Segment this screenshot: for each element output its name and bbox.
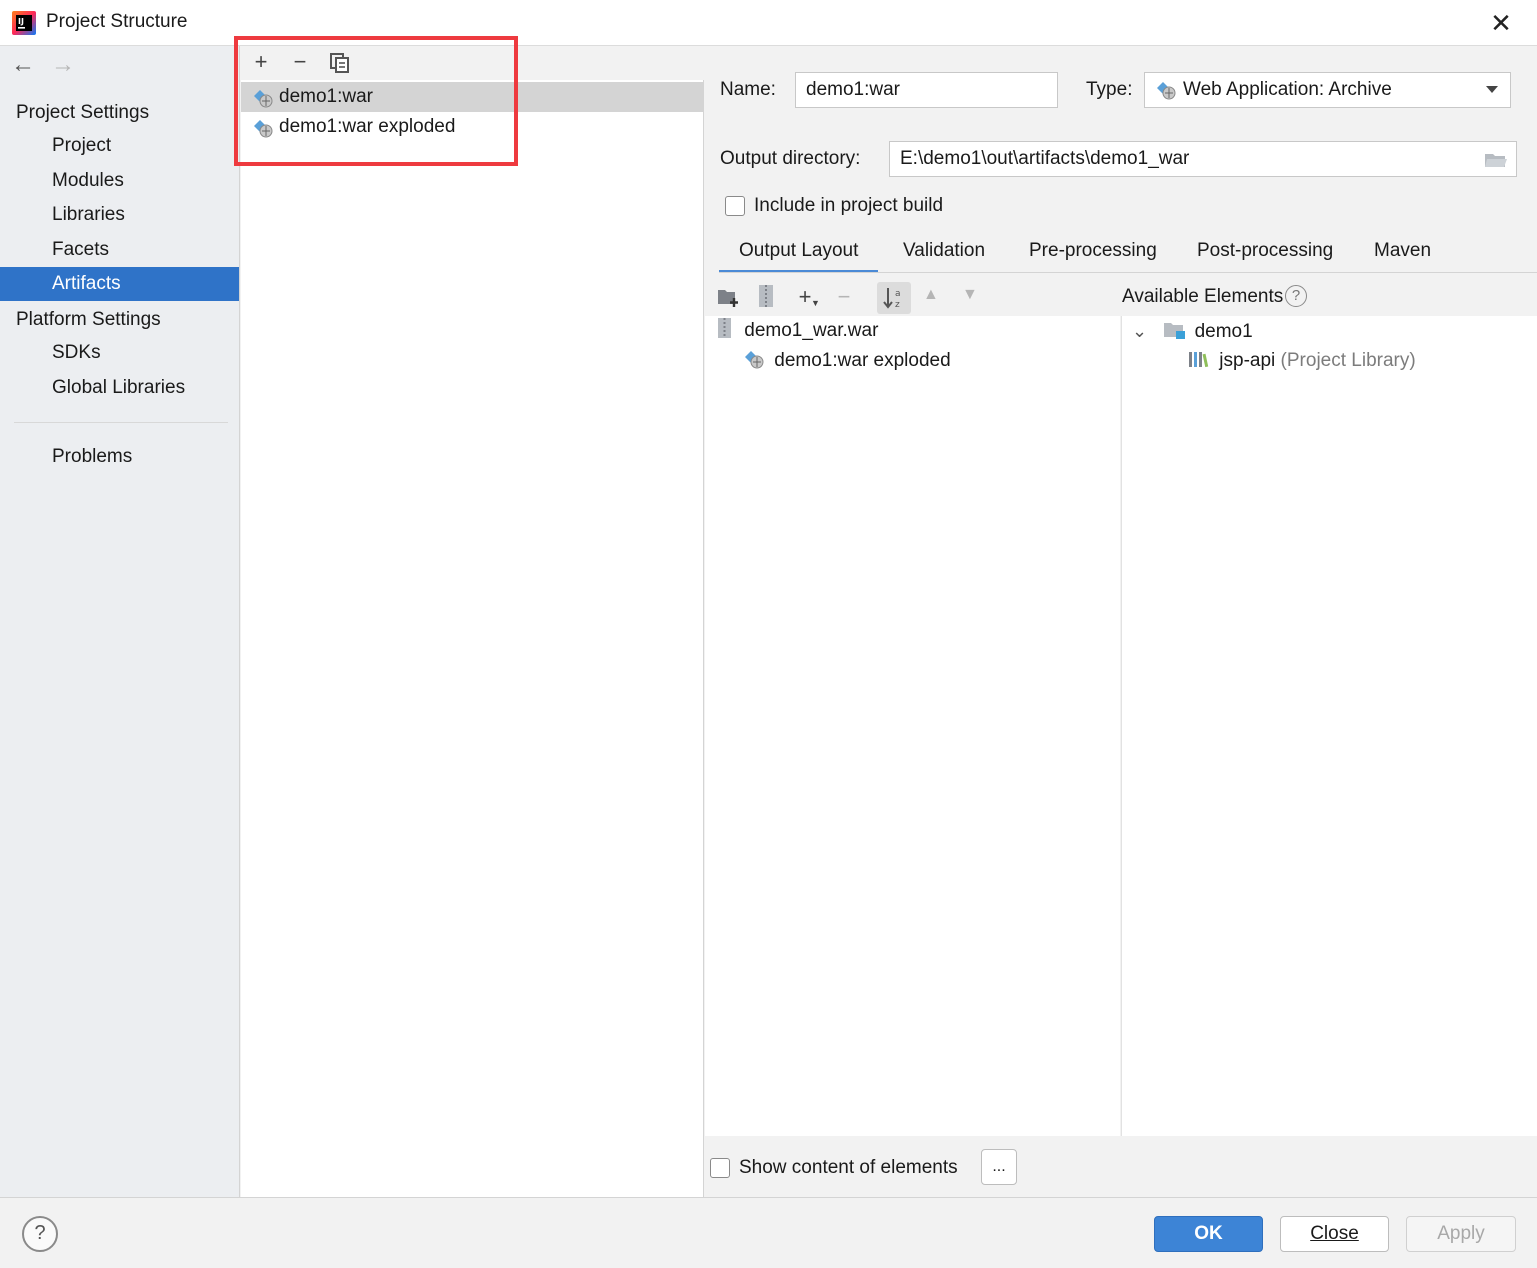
output-layout-toolbar: + ▼ − a z ▲ ▼ Available Elements ?	[705, 278, 1537, 316]
output-directory-input[interactable]: E:\demo1\out\artifacts\demo1_war	[889, 141, 1517, 177]
show-content-label: Show content of elements	[739, 1157, 958, 1178]
include-build-checkbox[interactable]	[725, 196, 745, 216]
show-content-settings-button[interactable]: ...	[981, 1149, 1017, 1185]
sidebar-item-sdks[interactable]: SDKs	[0, 336, 239, 370]
tree-row-jsp-api[interactable]: jsp-api (Project Library)	[1188, 346, 1416, 376]
web-artifact-icon	[745, 351, 764, 369]
sidebar-divider	[14, 422, 228, 423]
archive-icon[interactable]	[757, 284, 775, 308]
project-settings-heading: Project Settings	[16, 102, 150, 123]
output-directory-value: E:\demo1\out\artifacts\demo1_war	[900, 148, 1190, 169]
sort-elements-button[interactable]: a z	[877, 282, 911, 314]
sidebar-item-artifacts[interactable]: Artifacts	[0, 267, 239, 301]
window-title: Project Structure	[46, 11, 188, 32]
name-input[interactable]	[795, 72, 1058, 108]
sidebar: ← → Project Settings Project Modules Lib…	[0, 46, 240, 1197]
tab-post-processing[interactable]: Post-processing	[1197, 239, 1333, 273]
available-elements-tree: ⌄ demo1 jsp-api (Project Library)	[1121, 316, 1537, 1136]
ok-button[interactable]: OK	[1154, 1216, 1263, 1252]
web-artifact-icon	[1157, 82, 1176, 100]
sidebar-item-libraries[interactable]: Libraries	[0, 198, 239, 232]
folder-browse-icon[interactable]	[1484, 150, 1508, 170]
tab-validation[interactable]: Validation	[903, 239, 985, 273]
platform-settings-heading: Platform Settings	[16, 309, 161, 330]
sidebar-item-facets[interactable]: Facets	[0, 233, 239, 267]
tree-row-exploded[interactable]: demo1:war exploded	[743, 346, 951, 376]
add-dropdown-caret-icon: ▼	[811, 298, 820, 308]
exploded-artifact-name: demo1:war exploded	[774, 350, 951, 371]
add-artifact-icon[interactable]: +	[247, 48, 275, 76]
war-file-name: demo1_war.war	[744, 320, 879, 341]
artifacts-panel: + − demo1:war demo1:war exploded	[241, 46, 704, 1197]
show-content-checkbox[interactable]	[710, 1158, 730, 1178]
dialog-button-bar: ? OK Close Apply	[0, 1197, 1537, 1268]
sidebar-item-global-libraries[interactable]: Global Libraries	[0, 371, 239, 405]
archive-icon	[718, 318, 731, 338]
close-window-icon[interactable]: ✕	[1486, 8, 1516, 38]
svg-text:IJ: IJ	[18, 17, 24, 26]
include-build-label: Include in project build	[754, 195, 944, 216]
module-name: demo1	[1194, 321, 1253, 342]
tab-underline	[719, 272, 1537, 273]
copy-artifact-icon[interactable]	[329, 52, 351, 74]
expand-chevron-icon[interactable]: ⌄	[1132, 316, 1150, 346]
move-up-icon[interactable]: ▲	[923, 286, 939, 304]
help-button[interactable]: ?	[22, 1216, 58, 1252]
close-button-label: Close	[1310, 1223, 1359, 1244]
name-label: Name:	[720, 79, 776, 100]
tree-row-war-file[interactable]: demo1_war.war	[717, 316, 878, 346]
svg-text:z: z	[895, 300, 900, 310]
type-label: Type:	[1086, 79, 1133, 100]
title-bar: IJ Project Structure ✕	[0, 0, 1537, 46]
web-artifact-icon	[254, 90, 273, 108]
library-icon	[1189, 352, 1209, 368]
help-question-icon[interactable]: ?	[1285, 285, 1307, 307]
artifact-name: demo1:war	[279, 86, 373, 107]
available-elements-label: Available Elements	[1122, 286, 1284, 307]
output-directory-label: Output directory:	[720, 148, 861, 169]
back-arrow-icon[interactable]: ←	[10, 52, 36, 78]
library-name: jsp-api	[1219, 350, 1276, 371]
artifact-details-panel: Name: Type: Web Application: Archive Out…	[705, 46, 1537, 1197]
close-button[interactable]: Close	[1280, 1216, 1389, 1252]
artifact-row-demo1-war-exploded[interactable]: demo1:war exploded	[241, 112, 704, 142]
tab-output-layout[interactable]: Output Layout	[719, 239, 879, 273]
move-down-icon[interactable]: ▼	[962, 286, 978, 304]
artifact-name: demo1:war exploded	[279, 116, 456, 137]
forward-arrow-icon[interactable]: →	[50, 52, 76, 78]
sidebar-item-problems[interactable]: Problems	[0, 440, 239, 474]
tree-row-module-demo1[interactable]: ⌄ demo1	[1132, 316, 1253, 346]
sort-alphabetical-icon: a z	[883, 288, 901, 310]
type-select[interactable]: Web Application: Archive	[1144, 72, 1511, 108]
artifacts-toolbar: + −	[241, 46, 704, 80]
library-type-note: (Project Library)	[1280, 350, 1416, 371]
artifact-row-demo1-war[interactable]: demo1:war	[241, 82, 704, 112]
sidebar-item-modules[interactable]: Modules	[0, 164, 239, 198]
intellij-app-icon: IJ	[12, 11, 36, 35]
module-folder-icon	[1164, 323, 1186, 339]
new-directory-icon[interactable]	[717, 286, 741, 308]
sidebar-item-project[interactable]: Project	[0, 129, 239, 163]
dropdown-arrow-icon	[1486, 86, 1498, 93]
tab-pre-processing[interactable]: Pre-processing	[1029, 239, 1157, 273]
tab-maven[interactable]: Maven	[1374, 239, 1431, 273]
web-artifact-icon	[254, 120, 273, 138]
remove-element-icon[interactable]: −	[830, 283, 858, 311]
svg-text:a: a	[895, 289, 901, 299]
output-layout-tree: demo1_war.war demo1:war exploded	[705, 316, 1120, 1136]
apply-button[interactable]: Apply	[1406, 1216, 1516, 1252]
type-value: Web Application: Archive	[1183, 79, 1392, 100]
remove-artifact-icon[interactable]: −	[286, 48, 314, 76]
